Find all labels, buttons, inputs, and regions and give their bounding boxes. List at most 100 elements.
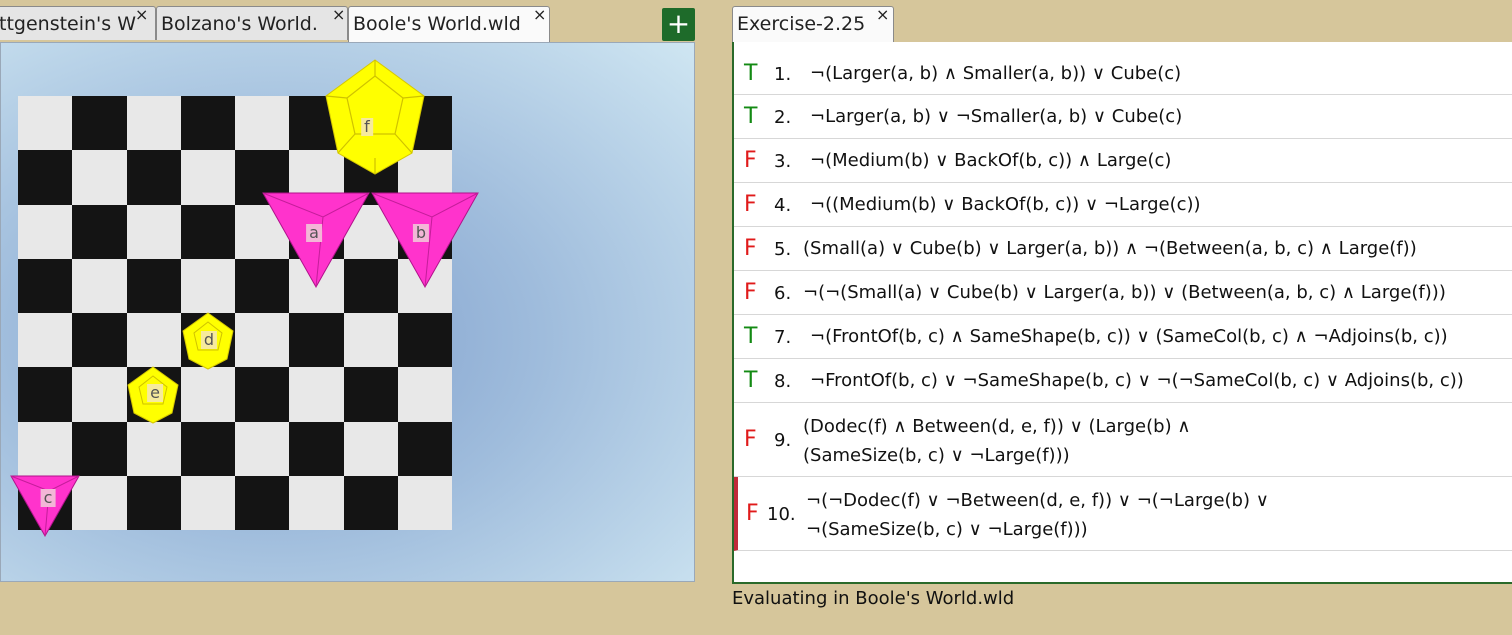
sentence-formula: ¬(Larger(a, b) ∧ Smaller(a, b)) ∨ Cube(c… <box>810 63 1182 84</box>
sentence-row[interactable]: F 5. (Small(a) ∨ Cube(b) ∨ Larger(a, b))… <box>734 227 1512 271</box>
board-square[interactable] <box>126 204 181 259</box>
sentence-formula-line2: ¬(SameSize(b, c) ∨ ¬Large(f))) <box>806 519 1088 540</box>
board-square[interactable] <box>343 367 398 422</box>
truth-value: T <box>744 368 758 393</box>
object-label-a: a <box>306 224 322 242</box>
board-square[interactable] <box>18 258 73 313</box>
board-square[interactable] <box>235 96 290 151</box>
board-square[interactable] <box>397 367 452 422</box>
board-square[interactable] <box>126 150 181 205</box>
sentence-number: 9. <box>774 430 792 451</box>
truth-value: F <box>744 236 757 261</box>
tab-label: Exercise-2.25 <box>737 13 866 35</box>
board-square[interactable] <box>289 367 344 422</box>
sentence-number: 4. <box>774 195 792 216</box>
board-square[interactable] <box>180 150 235 205</box>
sentence-row[interactable]: T 8. ¬FrontOf(b, c) ∨ ¬SameShape(b, c) ∨… <box>734 359 1512 403</box>
tab-wittgensteins-world[interactable]: ttgenstein's W × <box>0 6 156 40</box>
board-square[interactable] <box>343 475 398 530</box>
sentence-number: 5. <box>774 239 792 260</box>
board-square[interactable] <box>126 475 181 530</box>
board-square[interactable] <box>72 313 127 368</box>
add-world-button[interactable]: + <box>662 8 695 41</box>
close-icon[interactable]: × <box>533 7 546 25</box>
truth-value: F <box>746 501 759 526</box>
board-square[interactable] <box>235 367 290 422</box>
board-square[interactable] <box>235 475 290 530</box>
sentence-list-panel[interactable]: T 1. ¬(Larger(a, b) ∧ Smaller(a, b)) ∨ C… <box>732 42 1512 584</box>
close-icon[interactable]: × <box>332 7 345 25</box>
board-square[interactable] <box>180 421 235 476</box>
sentence-number: 8. <box>774 371 792 392</box>
sentence-number: 10. <box>767 504 796 525</box>
tab-label: Boole's World.wld <box>353 13 521 35</box>
board-square[interactable] <box>126 96 181 151</box>
sentence-row[interactable]: T 7. ¬(FrontOf(b, c) ∧ SameShape(b, c)) … <box>734 315 1512 359</box>
board-square[interactable] <box>72 367 127 422</box>
sentence-formula-line1: ¬(¬Dodec(f) ∨ ¬Between(d, e, f)) ∨ ¬(¬La… <box>806 490 1269 511</box>
board-square[interactable] <box>180 367 235 422</box>
board-square[interactable] <box>18 204 73 259</box>
sentence-row[interactable]: T 1. ¬(Larger(a, b) ∧ Smaller(a, b)) ∨ C… <box>734 52 1512 95</box>
board-square[interactable] <box>126 313 181 368</box>
sentence-formula: ¬(Medium(b) ∨ BackOf(b, c)) ∧ Large(c) <box>810 150 1172 171</box>
board-square[interactable] <box>72 204 127 259</box>
sentence-number: 1. <box>774 64 792 85</box>
object-label-d: d <box>200 331 218 349</box>
sentence-row[interactable]: F 3. ¬(Medium(b) ∨ BackOf(b, c)) ∧ Large… <box>734 139 1512 183</box>
truth-value: F <box>744 280 757 305</box>
board-square[interactable] <box>343 313 398 368</box>
board-square[interactable] <box>18 313 73 368</box>
board-square[interactable] <box>180 204 235 259</box>
close-icon[interactable]: × <box>135 7 148 25</box>
object-label-e: e <box>147 384 163 402</box>
board-square[interactable] <box>18 421 73 476</box>
board-square[interactable] <box>397 421 452 476</box>
board-square[interactable] <box>289 313 344 368</box>
board-square[interactable] <box>18 96 73 151</box>
board-square[interactable] <box>235 313 290 368</box>
board-square[interactable] <box>180 258 235 313</box>
truth-value: F <box>744 148 757 173</box>
world-view[interactable]: f a b d e c <box>0 42 695 582</box>
sentence-row[interactable]: F 9. (Dodec(f) ∧ Between(d, e, f)) ∨ (La… <box>734 403 1512 477</box>
sentence-row[interactable]: F 4. ¬((Medium(b) ∨ BackOf(b, c)) ∨ ¬Lar… <box>734 183 1512 227</box>
board-square[interactable] <box>126 258 181 313</box>
board-square[interactable] <box>397 475 452 530</box>
board-square[interactable] <box>72 421 127 476</box>
sentence-row[interactable]: T 2. ¬Larger(a, b) ∨ ¬Smaller(a, b) ∨ Cu… <box>734 95 1512 139</box>
board-square[interactable] <box>18 367 73 422</box>
object-f-dodecahedron[interactable] <box>319 58 431 176</box>
board-square[interactable] <box>72 258 127 313</box>
board-square[interactable] <box>180 96 235 151</box>
sentence-formula: ¬((Medium(b) ∨ BackOf(b, c)) ∨ ¬Large(c)… <box>810 194 1201 215</box>
tab-label: Bolzano's World. <box>161 13 318 35</box>
close-icon[interactable]: × <box>876 7 889 25</box>
sentence-formula-line2: (SameSize(b, c) ∨ ¬Large(f))) <box>803 445 1070 466</box>
sentence-number: 2. <box>774 107 792 128</box>
board-square[interactable] <box>72 150 127 205</box>
tab-bolzanos-world[interactable]: Bolzano's World. × <box>156 6 348 40</box>
truth-value: F <box>744 192 757 217</box>
truth-value: T <box>744 104 758 129</box>
board-square[interactable] <box>235 421 290 476</box>
board-square[interactable] <box>397 313 452 368</box>
sentence-formula: ¬(¬(Small(a) ∨ Cube(b) ∨ Larger(a, b)) ∨… <box>803 282 1446 303</box>
tab-exercise[interactable]: Exercise-2.25 × <box>732 6 894 42</box>
board-square[interactable] <box>18 150 73 205</box>
sentence-row-selected[interactable]: F 10. ¬(¬Dodec(f) ∨ ¬Between(d, e, f)) ∨… <box>734 477 1512 551</box>
board-square[interactable] <box>289 421 344 476</box>
object-label-c: c <box>40 489 56 507</box>
board-square[interactable] <box>126 421 181 476</box>
truth-value: T <box>744 324 758 349</box>
board-square[interactable] <box>72 96 127 151</box>
tab-booles-world[interactable]: Boole's World.wld × <box>348 6 550 42</box>
status-text: Evaluating in Boole's World.wld <box>732 588 1015 609</box>
sentence-formula: (Small(a) ∨ Cube(b) ∨ Larger(a, b)) ∧ ¬(… <box>803 238 1417 259</box>
board-square[interactable] <box>289 475 344 530</box>
sentence-number: 6. <box>774 283 792 304</box>
board-square[interactable] <box>72 475 127 530</box>
board-square[interactable] <box>343 421 398 476</box>
sentence-row[interactable]: F 6. ¬(¬(Small(a) ∨ Cube(b) ∨ Larger(a, … <box>734 271 1512 315</box>
board-square[interactable] <box>180 475 235 530</box>
